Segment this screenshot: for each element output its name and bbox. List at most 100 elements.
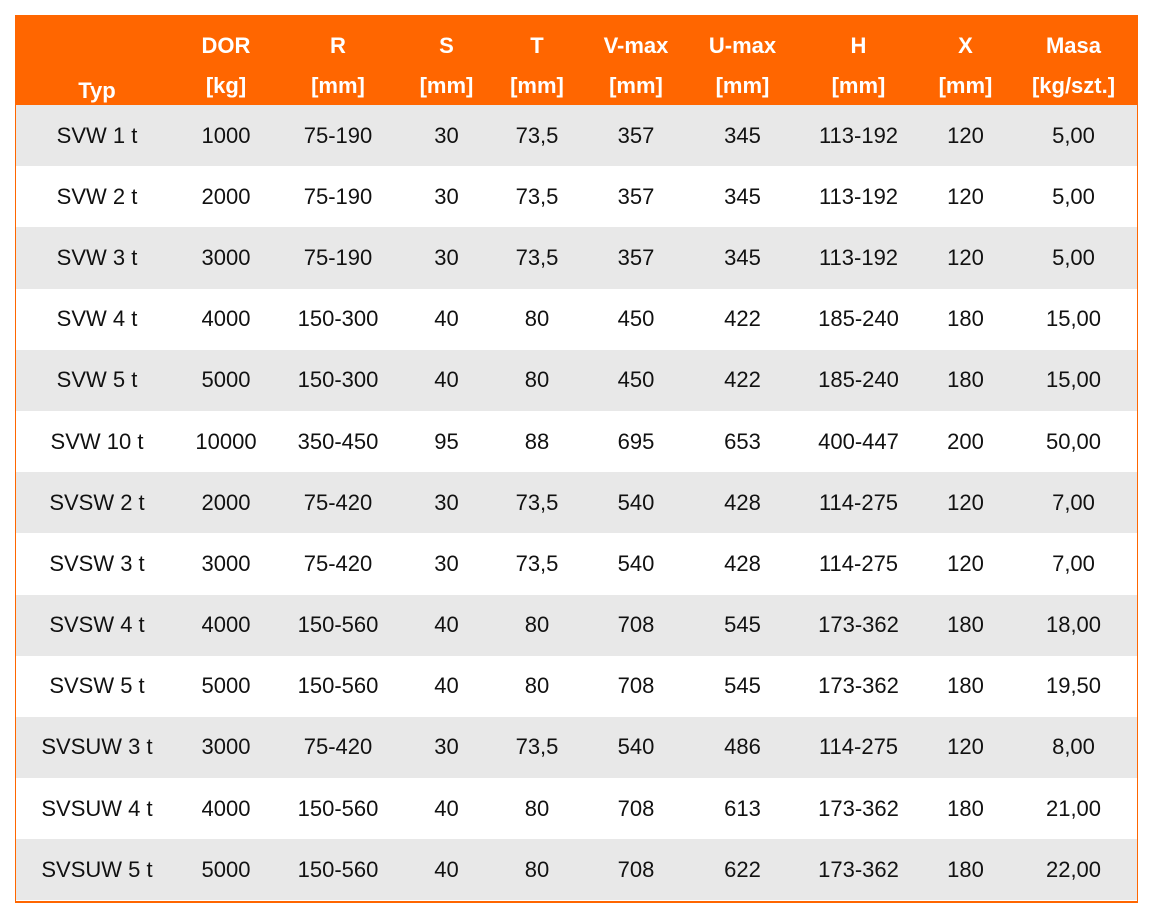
cell-v-max: 450 — [583, 288, 689, 350]
cell-t: 88 — [491, 410, 583, 473]
cell-u-max: 345 — [689, 227, 796, 289]
cell-r: 75-190 — [274, 166, 402, 228]
cell-dor: 3000 — [178, 533, 274, 595]
cell-masa: 7,00 — [1010, 533, 1137, 595]
cell-v-max: 708 — [583, 594, 689, 656]
cell-x: 180 — [921, 594, 1010, 656]
cell-v-max: 357 — [583, 227, 689, 289]
cell-s: 40 — [402, 655, 491, 717]
product-spec-table: Typ DOR R S T V-max U-max H X Masa [kg] … — [16, 15, 1137, 901]
cell-masa: 18,00 — [1010, 594, 1137, 656]
cell-t: 80 — [491, 839, 583, 901]
header-s-unit: [mm] — [402, 60, 491, 105]
cell-u-max: 345 — [689, 166, 796, 228]
header-v-max-unit: [mm] — [583, 60, 689, 105]
cell-t: 73,5 — [491, 533, 583, 595]
cell-x: 120 — [921, 472, 1010, 534]
cell-typ: SVSW 5 t — [16, 655, 178, 717]
cell-masa: 50,00 — [1010, 410, 1137, 473]
cell-dor: 10000 — [178, 410, 274, 473]
cell-r: 350-450 — [274, 410, 402, 473]
cell-s: 30 — [402, 472, 491, 534]
cell-h: 185-240 — [796, 349, 921, 411]
cell-s: 30 — [402, 533, 491, 595]
cell-v-max: 708 — [583, 839, 689, 901]
cell-v-max: 540 — [583, 472, 689, 534]
header-dor-unit: [kg] — [178, 60, 274, 105]
header-u-max-unit: [mm] — [689, 60, 796, 105]
cell-h: 173-362 — [796, 778, 921, 840]
table-row: SVSW 4 t 4000 150-560 40 80 708 545 173-… — [16, 594, 1137, 656]
cell-typ: SVSUW 3 t — [16, 716, 178, 779]
cell-u-max: 422 — [689, 349, 796, 411]
cell-u-max: 613 — [689, 778, 796, 840]
table-row: SVW 10 t 10000 350-450 95 88 695 653 400… — [16, 410, 1137, 473]
cell-r: 150-560 — [274, 839, 402, 901]
cell-s: 40 — [402, 839, 491, 901]
cell-typ: SVW 1 t — [16, 105, 178, 167]
cell-v-max: 708 — [583, 655, 689, 717]
cell-h: 173-362 — [796, 594, 921, 656]
cell-x: 120 — [921, 166, 1010, 228]
cell-u-max: 428 — [689, 533, 796, 595]
cell-v-max: 540 — [583, 533, 689, 595]
cell-h: 113-192 — [796, 227, 921, 289]
cell-t: 80 — [491, 778, 583, 840]
cell-s: 40 — [402, 594, 491, 656]
cell-dor: 5000 — [178, 655, 274, 717]
cell-typ: SVSW 3 t — [16, 533, 178, 595]
cell-t: 80 — [491, 594, 583, 656]
product-spec-table-frame: Typ DOR R S T V-max U-max H X Masa [kg] … — [15, 15, 1138, 903]
table-row: SVSW 3 t 3000 75-420 30 73,5 540 428 114… — [16, 533, 1137, 595]
cell-masa: 7,00 — [1010, 472, 1137, 534]
cell-dor: 5000 — [178, 839, 274, 901]
table-header: Typ DOR R S T V-max U-max H X Masa [kg] … — [16, 15, 1137, 105]
table-row: SVSUW 3 t 3000 75-420 30 73,5 540 486 11… — [16, 716, 1137, 779]
header-s: S — [402, 15, 491, 60]
cell-x: 180 — [921, 839, 1010, 901]
cell-x: 120 — [921, 105, 1010, 167]
cell-s: 30 — [402, 227, 491, 289]
table-row: SVSW 5 t 5000 150-560 40 80 708 545 173-… — [16, 655, 1137, 717]
cell-u-max: 622 — [689, 839, 796, 901]
cell-dor: 4000 — [178, 594, 274, 656]
cell-h: 173-362 — [796, 839, 921, 901]
table-body: SVW 1 t 1000 75-190 30 73,5 357 345 113-… — [16, 105, 1137, 901]
cell-masa: 5,00 — [1010, 166, 1137, 228]
cell-dor: 5000 — [178, 349, 274, 411]
cell-u-max: 422 — [689, 288, 796, 350]
cell-masa: 5,00 — [1010, 227, 1137, 289]
cell-x: 180 — [921, 778, 1010, 840]
cell-typ: SVW 4 t — [16, 288, 178, 350]
cell-x: 180 — [921, 349, 1010, 411]
cell-h: 113-192 — [796, 105, 921, 167]
header-r: R — [274, 15, 402, 60]
header-typ: Typ — [16, 15, 178, 105]
cell-h: 114-275 — [796, 472, 921, 534]
cell-u-max: 545 — [689, 655, 796, 717]
cell-s: 95 — [402, 410, 491, 473]
table-row: SVW 1 t 1000 75-190 30 73,5 357 345 113-… — [16, 105, 1137, 167]
cell-h: 185-240 — [796, 288, 921, 350]
cell-masa: 19,50 — [1010, 655, 1137, 717]
cell-s: 40 — [402, 288, 491, 350]
cell-t: 80 — [491, 349, 583, 411]
table-row: SVW 3 t 3000 75-190 30 73,5 357 345 113-… — [16, 227, 1137, 289]
header-u-max: U-max — [689, 15, 796, 60]
cell-t: 73,5 — [491, 472, 583, 534]
cell-x: 200 — [921, 410, 1010, 473]
header-x-unit: [mm] — [921, 60, 1010, 105]
cell-x: 120 — [921, 227, 1010, 289]
cell-dor: 4000 — [178, 778, 274, 840]
cell-masa: 15,00 — [1010, 349, 1137, 411]
cell-u-max: 545 — [689, 594, 796, 656]
cell-typ: SVSUW 5 t — [16, 839, 178, 901]
header-v-max: V-max — [583, 15, 689, 60]
cell-h: 400-447 — [796, 410, 921, 473]
cell-v-max: 540 — [583, 716, 689, 779]
table-row: SVSUW 4 t 4000 150-560 40 80 708 613 173… — [16, 778, 1137, 840]
cell-v-max: 357 — [583, 166, 689, 228]
cell-t: 80 — [491, 288, 583, 350]
header-dor: DOR — [178, 15, 274, 60]
cell-typ: SVSW 2 t — [16, 472, 178, 534]
